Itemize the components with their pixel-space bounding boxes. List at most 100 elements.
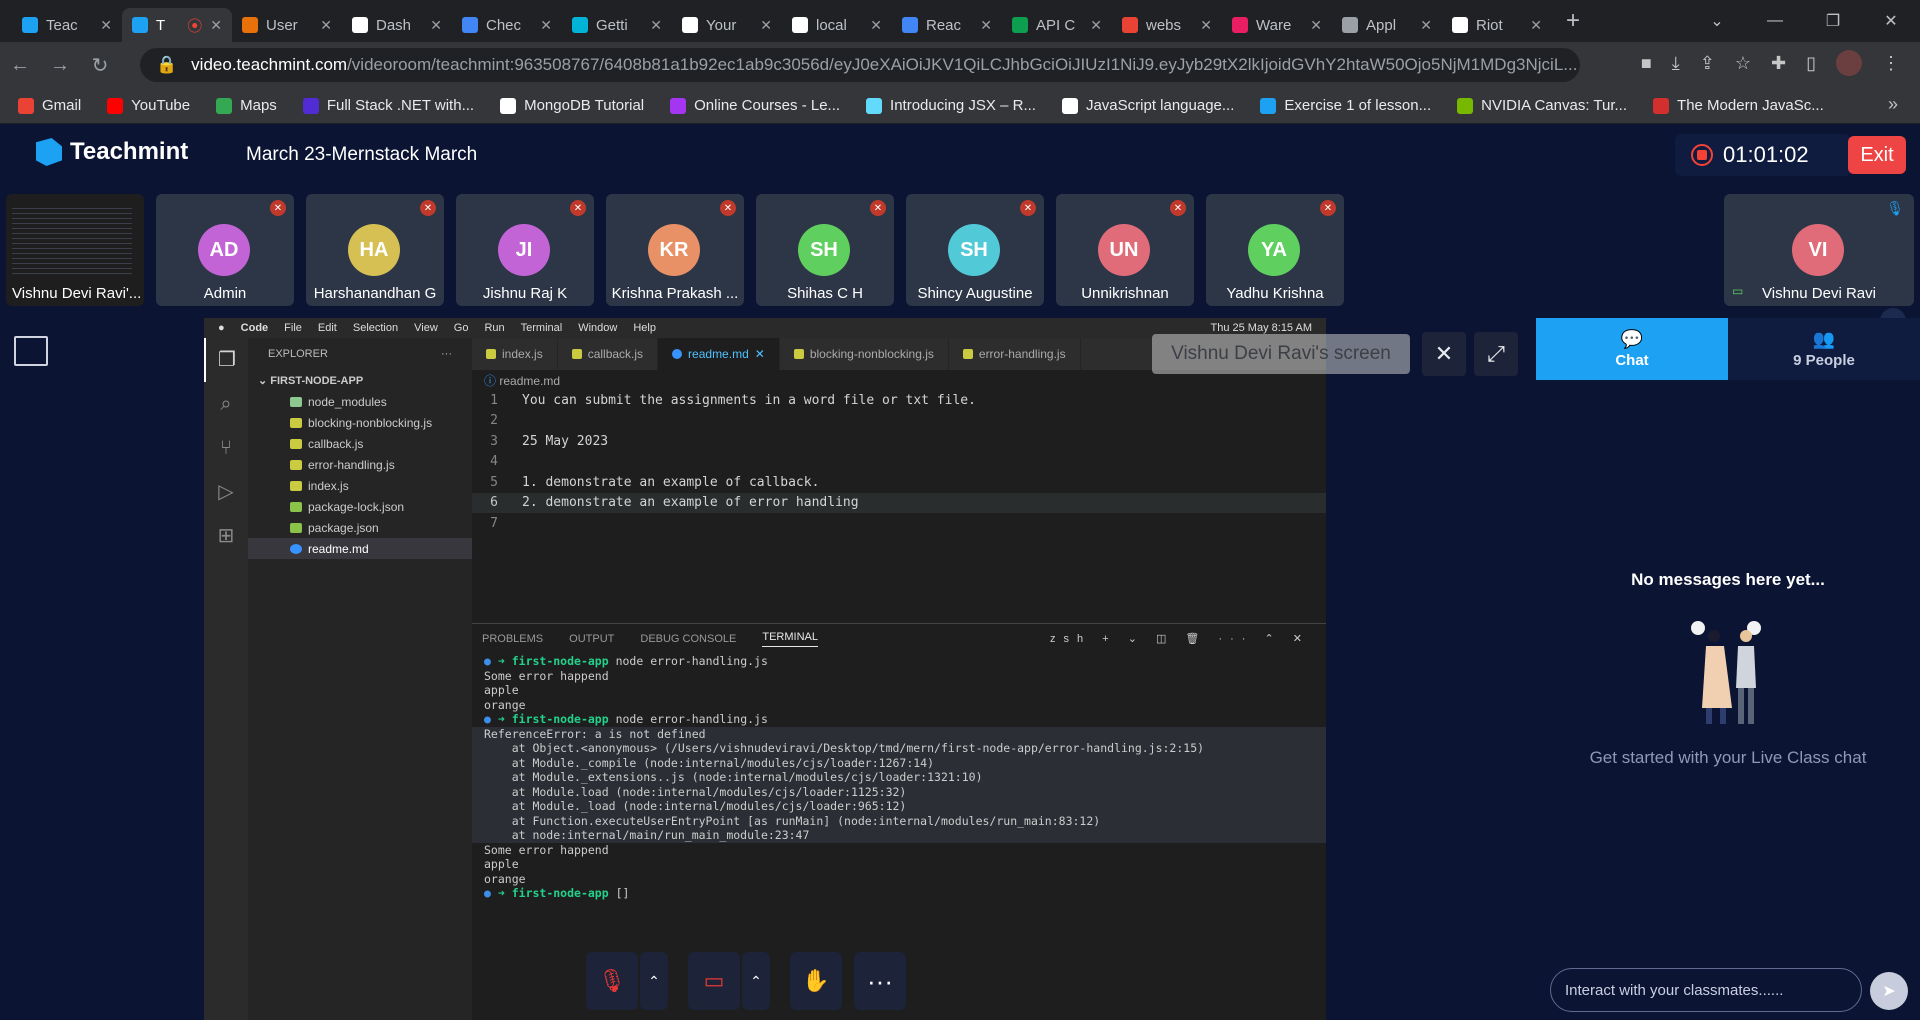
bookmark-item[interactable]: Maps (216, 97, 277, 114)
participant-tile[interactable]: ✕ SH Shihas C H (756, 194, 894, 306)
tab-close-icon[interactable]: ✕ (1420, 17, 1432, 34)
camera-icon[interactable]: ■ (1641, 53, 1652, 74)
tab-close-icon[interactable]: ✕ (210, 17, 222, 34)
share-icon[interactable]: ⇪ (1700, 53, 1715, 74)
tab-close-icon[interactable]: ✕ (1530, 17, 1542, 34)
tab-favicon-icon (792, 17, 808, 33)
sidepanel-icon[interactable]: ▯ (1806, 53, 1816, 74)
chat-icon: 💬 (1620, 329, 1644, 349)
minimize-button[interactable]: — (1746, 12, 1804, 30)
bookmark-star-icon[interactable]: ☆ (1735, 53, 1751, 74)
participant-tile[interactable]: ✕ JI Jishnu Raj K (456, 194, 594, 306)
bookmark-item[interactable]: Gmail (18, 97, 81, 114)
browser-tab[interactable]: Dash ✕ (342, 8, 452, 42)
fullscreen-icon[interactable]: ⤢ (1474, 332, 1518, 376)
participant-tile[interactable]: ✕ AD Admin (156, 194, 294, 306)
participant-name: Jishnu Raj K (482, 285, 568, 302)
bookmark-item[interactable]: MongoDB Tutorial (500, 97, 644, 114)
screen-share-name: Vishnu Devi Ravi'... (12, 285, 142, 302)
tab-close-icon[interactable]: ✕ (540, 17, 552, 34)
bookmark-item[interactable]: JavaScript language... (1061, 97, 1234, 114)
bookmarks-bar: Gmail YouTube Maps Full Stack .NET with... M… (0, 88, 1920, 124)
panel-tabs: 💬 Chat 👥 9 People (1536, 318, 1920, 380)
tab-people[interactable]: 👥 9 People (1728, 318, 1920, 380)
tab-close-icon[interactable]: ✕ (320, 17, 332, 34)
bookmark-item[interactable]: The Modern JavaSc... (1653, 97, 1824, 114)
activity-bar: ❐ ⌕ ⑂ ▷ ⊞ (204, 338, 248, 1020)
tab-close-icon[interactable]: ✕ (870, 17, 882, 34)
bookmark-item[interactable]: NVIDIA Canvas: Tur... (1457, 97, 1627, 114)
unpin-icon[interactable]: ✕ (1422, 332, 1466, 376)
tab-close-icon[interactable]: ✕ (430, 17, 442, 34)
browser-tab[interactable]: User ✕ (232, 8, 342, 42)
bookmark-item[interactable]: Full Stack .NET with... (302, 97, 474, 114)
camera-off-button[interactable]: ▭ (688, 952, 740, 1010)
participant-tile[interactable]: ✕ HA Harshanandhan G (306, 194, 444, 306)
tab-close-icon[interactable]: ✕ (760, 17, 772, 34)
browser-tab[interactable]: T ⦿ ✕ (122, 8, 232, 42)
bookmark-item[interactable]: YouTube (107, 97, 190, 114)
mic-options-caret[interactable]: ⌃ (640, 952, 668, 1010)
back-button[interactable]: ← (0, 54, 40, 77)
forward-button[interactable]: → (40, 54, 80, 77)
browser-tab[interactable]: Ware ✕ (1222, 8, 1332, 42)
browser-tab[interactable]: Appl ✕ (1332, 8, 1442, 42)
tab-close-icon[interactable]: ✕ (1090, 17, 1102, 34)
editor-tab-label: index.js (502, 347, 543, 361)
maximize-button[interactable]: ❐ (1804, 11, 1862, 31)
js-file-icon (290, 438, 302, 449)
browser-tab[interactable]: API C ✕ (1002, 8, 1112, 42)
chat-input[interactable]: Interact with your classmates...... (1550, 968, 1862, 1012)
browser-tab[interactable]: Chec ✕ (452, 8, 562, 42)
participant-avatar: JI (498, 224, 550, 276)
bookmark-item[interactable]: Online Courses - Le... (670, 97, 840, 114)
tab-close-icon[interactable]: ✕ (650, 17, 662, 34)
raise-hand-button[interactable]: ✋ (790, 952, 842, 1010)
menu-icon[interactable]: ⋮ (1882, 53, 1900, 74)
tab-search-icon[interactable]: ⌄ (1688, 11, 1746, 31)
line-number: 7 (490, 515, 498, 531)
browser-tab[interactable]: local ✕ (782, 8, 892, 42)
address-bar-row: ← → ↻ 🔒 video.teachmint.com/videoroom/te… (0, 42, 1920, 88)
explorer-icon: ❐ (204, 338, 248, 382)
bookmark-item[interactable]: Exercise 1 of lesson... (1260, 97, 1431, 114)
camera-options-caret[interactable]: ⌃ (742, 952, 770, 1010)
tab-chat[interactable]: 💬 Chat (1536, 318, 1728, 380)
participant-tile[interactable]: ✕ UN Unnikrishnan (1056, 194, 1194, 306)
terminal-line: apple (472, 857, 1326, 872)
browser-tab[interactable]: Getti ✕ (562, 8, 672, 42)
editor-tab: index.js (472, 338, 558, 370)
browser-tab[interactable]: Riot ✕ (1442, 8, 1552, 42)
url-field[interactable]: 🔒 video.teachmint.com/videoroom/teachmin… (140, 48, 1580, 82)
browser-tab[interactable]: Reac ✕ (892, 8, 1002, 42)
more-options-button[interactable]: ··· (854, 952, 906, 1010)
tab-people-label: 9 People (1793, 352, 1855, 369)
tab-close-icon[interactable]: ✕ (100, 17, 112, 34)
bookmark-item[interactable]: Introducing JSX – R... (866, 97, 1036, 114)
bookmarks-overflow-icon[interactable]: » (1888, 94, 1898, 115)
install-icon[interactable]: ⤓ (1672, 53, 1680, 74)
exit-button[interactable]: Exit (1848, 136, 1906, 174)
send-button[interactable]: ➤ (1870, 972, 1908, 1010)
new-tab-button[interactable]: + (1566, 7, 1580, 35)
tab-close-icon[interactable]: ✕ (980, 17, 992, 34)
bookmark-favicon-icon (18, 97, 34, 114)
profile-avatar[interactable] (1836, 50, 1862, 76)
tab-close-icon[interactable]: ✕ (1310, 17, 1322, 34)
tab-close-icon[interactable]: ✕ (1200, 17, 1212, 34)
participant-tile[interactable]: ✕ KR Krishna Prakash ... (606, 194, 744, 306)
picture-in-picture-icon[interactable] (14, 336, 48, 366)
mic-off-button[interactable]: 🎙 (586, 952, 638, 1010)
browser-tab[interactable]: Teac ✕ (12, 8, 122, 42)
close-window-button[interactable]: ✕ (1862, 11, 1920, 31)
browser-tab[interactable]: Your ✕ (672, 8, 782, 42)
bookmark-label: Introducing JSX – R... (890, 97, 1036, 114)
browser-tab[interactable]: webs ✕ (1112, 8, 1222, 42)
participant-tile[interactable]: ✕ YA Yadhu Krishna (1206, 194, 1344, 306)
self-video-tile[interactable]: 🎙 VI ▭ Vishnu Devi Ravi (1724, 194, 1914, 306)
extensions-icon[interactable]: ✚ (1771, 53, 1786, 74)
recording-icon (1691, 144, 1713, 166)
reload-button[interactable]: ↻ (80, 53, 120, 78)
participant-tile[interactable]: ✕ SH Shincy Augustine (906, 194, 1044, 306)
screen-share-thumbnail[interactable]: Vishnu Devi Ravi'... (6, 194, 144, 306)
